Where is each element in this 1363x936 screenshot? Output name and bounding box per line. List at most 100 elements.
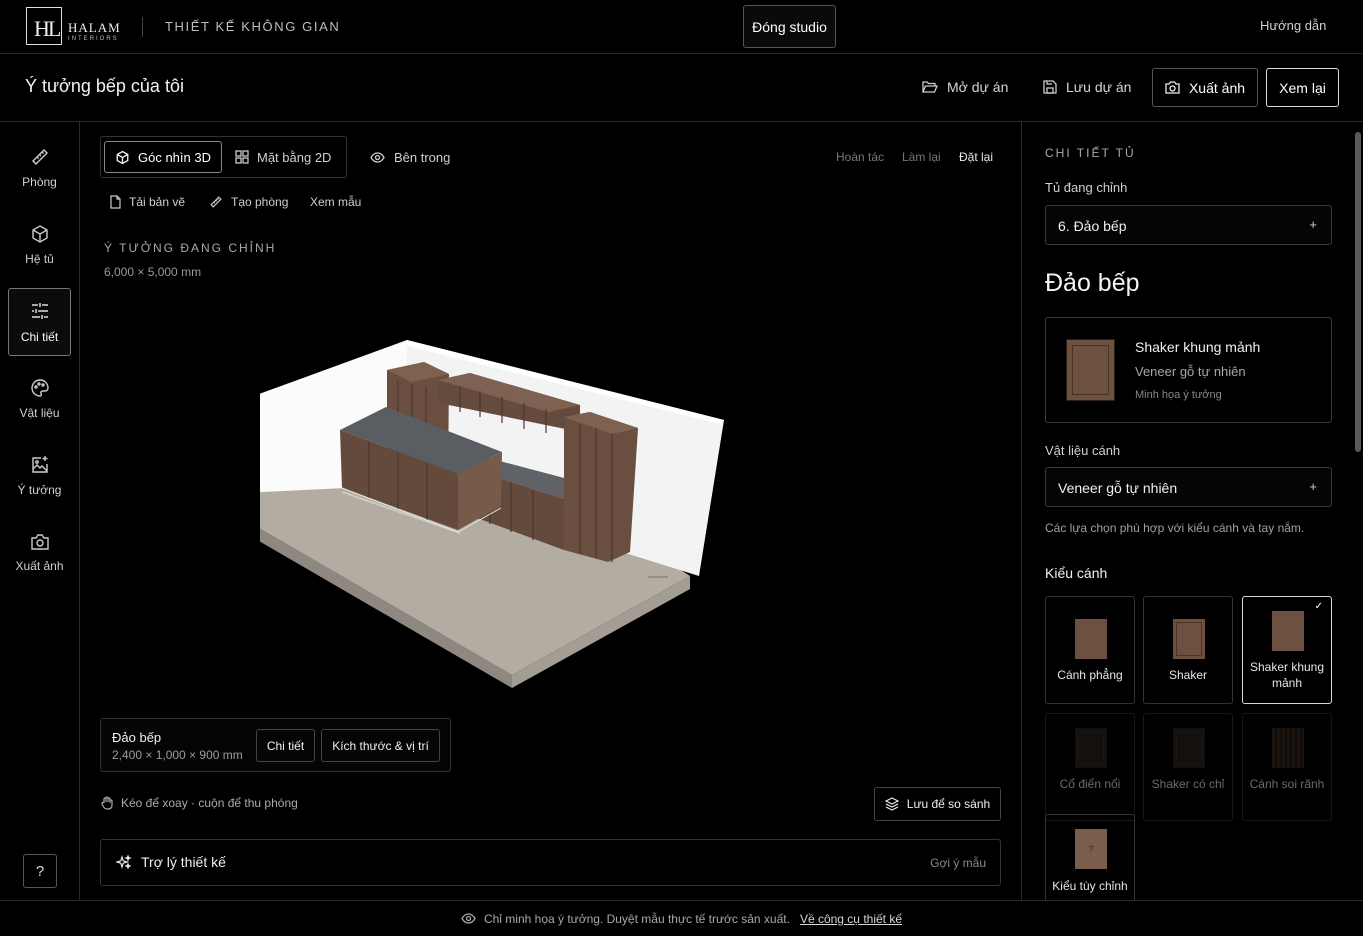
eye-icon: [461, 913, 476, 924]
save-compare-label: Lưu để so sánh: [906, 797, 991, 811]
panel-heading: CHI TIẾT TỦ: [1045, 146, 1136, 160]
reset-button[interactable]: Đặt lại: [959, 150, 993, 164]
rail-label: Chi tiết: [20, 330, 59, 344]
header-divider: [142, 17, 143, 37]
door-thumbnail: [1075, 728, 1107, 768]
door-style-note: Minh họa ý tưởng: [1135, 389, 1222, 401]
viewer-area: Góc nhìn 3D Mặt bằng 2D Bên trong Hoàn t…: [80, 122, 1021, 900]
brand-name: HALAM: [68, 20, 121, 35]
rail-label: Vật liệu: [19, 406, 60, 420]
tab-label: Góc nhìn 3D: [138, 149, 211, 165]
room-dimensions: 6,000 × 5,000 mm: [104, 265, 202, 279]
door-thumbnail: [1272, 728, 1304, 768]
door-thumbnail: ?: [1075, 829, 1107, 869]
door-style-material: Veneer gỗ tự nhiên: [1135, 364, 1246, 379]
plus-icon: +: [1309, 479, 1317, 494]
rail-item-ideas[interactable]: Ý tưởng: [8, 442, 71, 510]
material-select[interactable]: Veneer gỗ tự nhiên +: [1045, 467, 1332, 507]
file-icon: [110, 195, 121, 209]
rail-item-room[interactable]: Phòng: [8, 134, 71, 202]
footer: Chỉ minh họa ý tưởng. Duyệt mẫu thực tế …: [0, 900, 1363, 936]
open-project-label: Mở dự án: [947, 79, 1009, 95]
door-option-shaker-slim[interactable]: ✓ Shaker khung mảnh: [1242, 596, 1332, 704]
project-title[interactable]: Ý tưởng bếp của tôi: [25, 76, 184, 97]
rail-label: Ý tưởng: [17, 483, 62, 497]
size-position-button[interactable]: Kích thước & vị trí: [321, 729, 440, 762]
panel-scrollbar[interactable]: [1355, 132, 1361, 452]
create-room-button[interactable]: Tạo phòng: [209, 195, 288, 209]
door-option-shaker-bead[interactable]: Shaker có chỉ: [1143, 713, 1233, 821]
rail-item-export[interactable]: Xuất ảnh: [8, 519, 71, 587]
door-option-label: Cánh soi rãnh: [1249, 777, 1325, 791]
samples-button[interactable]: Xem mẫu: [310, 195, 361, 209]
image-spark-icon: [31, 456, 48, 473]
cabinet-select-label: Tủ đang chỉnh: [1045, 180, 1128, 195]
tab-label: Mặt bằng 2D: [257, 149, 332, 165]
rail-item-cabinets[interactable]: Hệ tủ: [8, 211, 71, 279]
design-assistant-bar[interactable]: Trợ lý thiết kế Gợi ý mẫu: [100, 839, 1001, 886]
view-mode-tabs: Góc nhìn 3D Mặt bằng 2D: [100, 136, 347, 178]
door-option-label: Cổ điển nổi: [1059, 777, 1121, 791]
door-option-grooved[interactable]: Cánh soi rãnh: [1242, 713, 1332, 821]
tall-cabinet: [564, 412, 638, 562]
door-thumbnail: [1173, 619, 1205, 659]
camera-icon: [1165, 81, 1180, 94]
selection-name: Đảo bếp: [112, 730, 162, 745]
review-label: Xem lại: [1279, 79, 1326, 96]
reupload-drawing-button[interactable]: Tải bản vẽ: [110, 195, 185, 209]
kitchen-3d-scene[interactable]: [260, 332, 920, 762]
about-tool-link[interactable]: Về công cụ thiết kế: [800, 912, 902, 926]
project-bar: Ý tưởng bếp của tôi Mở dự án Lưu dự án X…: [0, 54, 1363, 122]
save-compare-button[interactable]: Lưu để so sánh: [874, 787, 1001, 821]
top-bar: HL HALAM INTERIORS THIẾT KẾ KHÔNG GIAN Đ…: [0, 0, 1363, 54]
material-select-value: Veneer gỗ tự nhiên: [1058, 480, 1178, 496]
tab-2d-plan[interactable]: Mặt bằng 2D: [225, 141, 341, 173]
door-option-custom[interactable]: ? Kiểu tùy chỉnh: [1045, 814, 1135, 900]
studio-name: THIẾT KẾ KHÔNG GIAN: [165, 19, 341, 34]
create-room-label: Tạo phòng: [231, 195, 289, 209]
palette-icon: [30, 379, 49, 397]
sparkles-icon: [116, 855, 132, 870]
cabinet-select-value: 6. Đảo bếp: [1058, 218, 1127, 234]
guide-link[interactable]: Hướng dẫn: [1260, 18, 1326, 33]
door-option-classic-raised[interactable]: Cổ điển nổi: [1045, 713, 1135, 821]
rail-label: Hệ tủ: [25, 252, 54, 266]
door-style-name: Shaker khung mảnh: [1135, 339, 1261, 355]
door-style-heading: Kiểu cánh: [1045, 565, 1108, 581]
close-studio-button[interactable]: Đóng studio: [743, 5, 836, 48]
open-project-button[interactable]: Mở dự án: [922, 79, 1008, 95]
layers-icon: [884, 797, 899, 811]
redo-button[interactable]: Làm lại: [902, 150, 941, 164]
hint-text: Kéo để xoay · cuộn để thu phóng: [121, 796, 298, 810]
material-select-label: Vật liệu cánh: [1045, 443, 1121, 458]
rail-label: Phòng: [22, 175, 57, 189]
sliders-icon: [31, 303, 48, 319]
ruler-icon: [210, 196, 222, 208]
logo-mark: HL: [26, 7, 62, 45]
brand-logo[interactable]: HL HALAM INTERIORS: [26, 7, 121, 45]
brand-sub: INTERIORS: [68, 36, 119, 42]
selection-card: Đảo bếp 2,400 × 1,000 × 900 mm Chi tiết …: [100, 718, 451, 772]
cabinet-select[interactable]: 6. Đảo bếp +: [1045, 205, 1332, 245]
suggest-samples-link[interactable]: Gợi ý mẫu: [930, 856, 986, 870]
camera-icon: [30, 534, 49, 550]
rail-item-details[interactable]: Chi tiết: [8, 288, 71, 356]
save-project-button[interactable]: Lưu dự án: [1043, 79, 1131, 95]
export-image-label: Xuất ảnh: [1188, 79, 1246, 96]
door-option-shaker[interactable]: Shaker: [1143, 596, 1233, 704]
inside-view-toggle[interactable]: Bên trong: [370, 150, 450, 165]
rail-item-materials[interactable]: Vật liệu: [8, 365, 71, 433]
cabinet-detail-panel: CHI TIẾT TỦ Tủ đang chỉnh 6. Đảo bếp + Đ…: [1021, 122, 1363, 900]
door-option-label: Shaker: [1168, 668, 1208, 682]
navigation-hint: Kéo để xoay · cuộn để thu phóng: [100, 796, 298, 810]
footer-disclaimer: Chỉ minh họa ý tưởng. Duyệt mẫu thực tế …: [483, 911, 790, 926]
export-image-button[interactable]: Xuất ảnh: [1152, 68, 1258, 107]
review-button[interactable]: Xem lại: [1266, 68, 1339, 107]
door-option-flat[interactable]: Cánh phẳng: [1045, 596, 1135, 704]
tab-3d-view[interactable]: Góc nhìn 3D: [104, 141, 222, 173]
help-button[interactable]: ?: [23, 854, 57, 888]
check-icon: ✓: [1314, 601, 1323, 612]
detail-button[interactable]: Chi tiết: [256, 729, 315, 762]
selection-dimensions: 2,400 × 1,000 × 900 mm: [112, 748, 243, 762]
undo-button[interactable]: Hoàn tác: [836, 150, 884, 164]
